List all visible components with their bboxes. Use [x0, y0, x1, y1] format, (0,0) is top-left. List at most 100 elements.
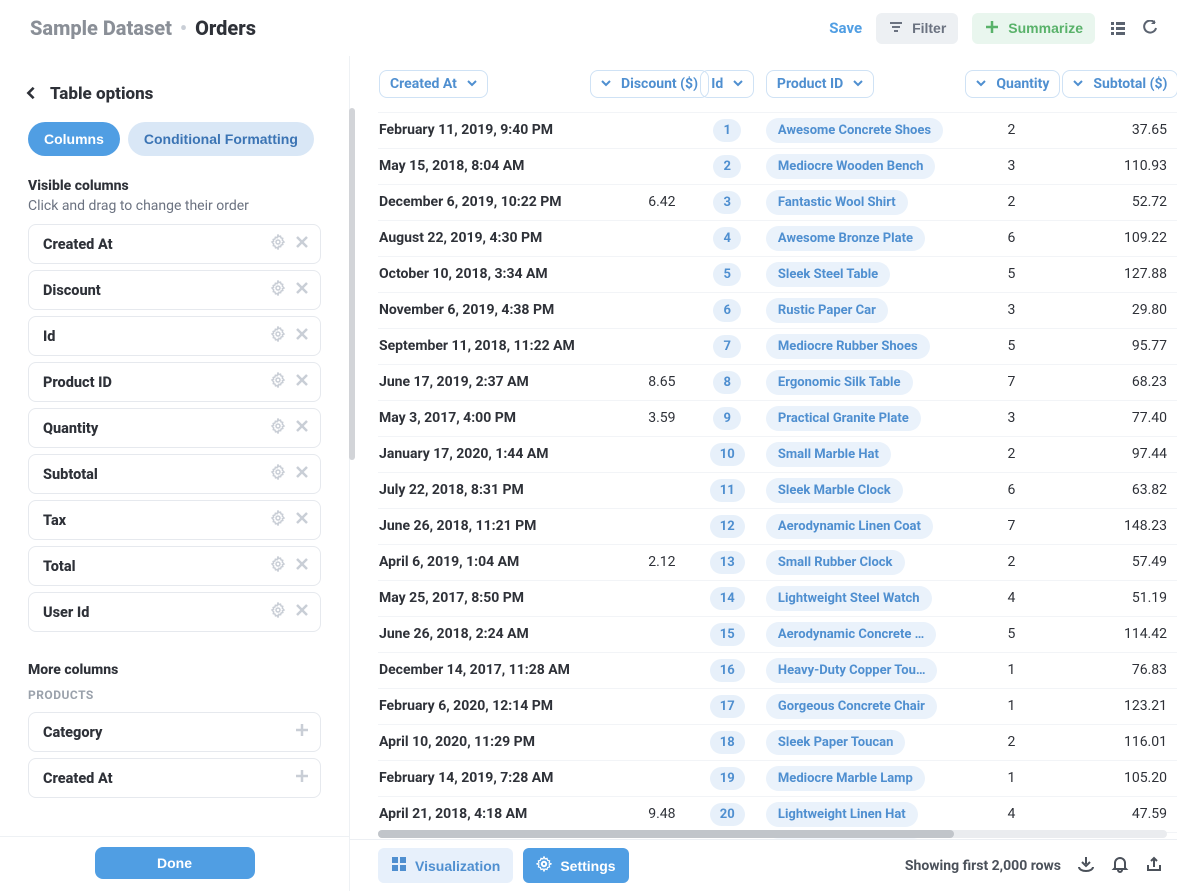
product-badge[interactable]: Sleek Paper Toucan	[766, 730, 906, 755]
table-row[interactable]: April 6, 2019, 1:04 AM2.1213Small Rubber…	[378, 544, 1177, 580]
id-badge[interactable]: 3	[713, 191, 741, 214]
scrollbar-horizontal[interactable]	[378, 830, 1167, 838]
column-header-subtotal[interactable]: Subtotal ($)	[1062, 70, 1177, 98]
product-badge[interactable]: Mediocre Marble Lamp	[766, 766, 925, 791]
plus-icon[interactable]	[294, 722, 310, 742]
table-row[interactable]: May 25, 2017, 8:50 PM14Lightweight Steel…	[378, 580, 1177, 616]
tab-conditional-formatting[interactable]: Conditional Formatting	[128, 122, 314, 156]
table-row[interactable]: June 26, 2018, 2:24 AM15Aerodynamic Conc…	[378, 616, 1177, 652]
product-badge[interactable]: Practical Granite Plate	[766, 406, 921, 431]
close-icon[interactable]	[294, 326, 310, 346]
id-badge[interactable]: 2	[713, 155, 741, 178]
id-badge[interactable]: 20	[710, 803, 745, 826]
gear-icon[interactable]	[270, 510, 286, 530]
gear-icon[interactable]	[270, 464, 286, 484]
download-icon[interactable]	[1077, 855, 1095, 877]
table-row[interactable]: February 11, 2019, 9:40 PM1Awesome Concr…	[378, 112, 1177, 148]
table-row[interactable]: September 11, 2018, 11:22 AM7Mediocre Ru…	[378, 328, 1177, 364]
visible-column-card[interactable]: Quantity	[28, 408, 321, 448]
table-row[interactable]: June 26, 2018, 11:21 PM12Aerodynamic Lin…	[378, 508, 1177, 544]
table-row[interactable]: February 6, 2020, 12:14 PM17Gorgeous Con…	[378, 688, 1177, 724]
id-badge[interactable]: 6	[713, 299, 741, 322]
product-badge[interactable]: Lightweight Linen Hat	[766, 802, 918, 827]
product-badge[interactable]: Mediocre Rubber Shoes	[766, 334, 930, 359]
id-badge[interactable]: 9	[713, 407, 741, 430]
id-badge[interactable]: 19	[710, 767, 745, 790]
table-row[interactable]: August 22, 2019, 4:30 PM4Awesome Bronze …	[378, 220, 1177, 256]
close-icon[interactable]	[294, 280, 310, 300]
id-badge[interactable]: 13	[710, 551, 745, 574]
id-badge[interactable]: 14	[710, 587, 745, 610]
table-row[interactable]: October 10, 2018, 3:34 AM5Sleek Steel Ta…	[378, 256, 1177, 292]
visualization-button[interactable]: Visualization	[378, 848, 513, 883]
visible-column-card[interactable]: User Id	[28, 592, 321, 632]
product-badge[interactable]: Rustic Paper Car	[766, 298, 888, 323]
table-row[interactable]: January 17, 2020, 1:44 AM10Small Marble …	[378, 436, 1177, 472]
product-badge[interactable]: Aerodynamic Concrete …	[766, 622, 936, 647]
table-row[interactable]: May 3, 2017, 4:00 PM3.599Practical Grani…	[378, 400, 1177, 436]
id-badge[interactable]: 7	[713, 335, 741, 358]
done-button[interactable]: Done	[95, 847, 255, 879]
gear-icon[interactable]	[270, 326, 286, 346]
gear-icon[interactable]	[270, 602, 286, 622]
product-badge[interactable]: Heavy-Duty Copper Tou…	[766, 658, 938, 683]
table-row[interactable]: November 6, 2019, 4:38 PM6Rustic Paper C…	[378, 292, 1177, 328]
close-icon[interactable]	[294, 602, 310, 622]
table-row[interactable]: February 14, 2019, 7:28 AM19Mediocre Mar…	[378, 760, 1177, 796]
close-icon[interactable]	[294, 234, 310, 254]
product-badge[interactable]: Sleek Marble Clock	[766, 478, 903, 503]
close-icon[interactable]	[294, 510, 310, 530]
visible-column-card[interactable]: Id	[28, 316, 321, 356]
tab-columns[interactable]: Columns	[28, 122, 120, 156]
id-badge[interactable]: 5	[713, 263, 741, 286]
id-badge[interactable]: 11	[710, 479, 745, 502]
column-header-created-at[interactable]: Created At	[379, 70, 488, 98]
product-badge[interactable]: Mediocre Wooden Bench	[766, 154, 936, 179]
product-badge[interactable]: Small Rubber Clock	[766, 550, 905, 575]
editor-icon[interactable]	[1109, 19, 1127, 37]
table-row[interactable]: July 22, 2018, 8:31 PM11Sleek Marble Clo…	[378, 472, 1177, 508]
visible-column-card[interactable]: Discount	[28, 270, 321, 310]
id-badge[interactable]: 4	[713, 227, 741, 250]
gear-icon[interactable]	[270, 556, 286, 576]
product-badge[interactable]: Lightweight Steel Watch	[766, 586, 932, 611]
product-badge[interactable]: Awesome Concrete Shoes	[766, 118, 943, 143]
gear-icon[interactable]	[270, 372, 286, 392]
close-icon[interactable]	[294, 556, 310, 576]
column-header-id[interactable]: Id	[700, 70, 754, 98]
back-icon[interactable]	[24, 85, 38, 104]
table-row[interactable]: April 21, 2018, 4:18 AM9.4820Lightweight…	[378, 796, 1177, 832]
id-badge[interactable]: 15	[710, 623, 745, 646]
product-badge[interactable]: Small Marble Hat	[766, 442, 891, 467]
product-badge[interactable]: Awesome Bronze Plate	[766, 226, 925, 251]
save-button[interactable]: Save	[829, 19, 862, 37]
column-header-quantity[interactable]: Quantity	[965, 70, 1060, 98]
product-badge[interactable]: Aerodynamic Linen Coat	[766, 514, 933, 539]
bell-icon[interactable]	[1111, 855, 1129, 877]
table-row[interactable]: April 10, 2020, 11:29 PM18Sleek Paper To…	[378, 724, 1177, 760]
id-badge[interactable]: 18	[710, 731, 745, 754]
table-row[interactable]: December 14, 2017, 11:28 AM16Heavy-Duty …	[378, 652, 1177, 688]
settings-button[interactable]: Settings	[523, 848, 628, 883]
product-badge[interactable]: Gorgeous Concrete Chair	[766, 694, 937, 719]
id-badge[interactable]: 17	[710, 695, 745, 718]
share-icon[interactable]	[1145, 855, 1163, 877]
id-badge[interactable]: 10	[710, 443, 745, 466]
dataset-name[interactable]: Sample Dataset	[30, 16, 172, 40]
plus-icon[interactable]	[294, 768, 310, 788]
column-header-discount[interactable]: Discount ($)	[590, 70, 709, 98]
id-badge[interactable]: 12	[710, 515, 745, 538]
gear-icon[interactable]	[270, 418, 286, 438]
table-row[interactable]: May 15, 2018, 8:04 AM2Mediocre Wooden Be…	[378, 148, 1177, 184]
table-row[interactable]: December 6, 2019, 10:22 PM6.423Fantastic…	[378, 184, 1177, 220]
visible-column-card[interactable]: Tax	[28, 500, 321, 540]
product-badge[interactable]: Ergonomic Silk Table	[766, 370, 913, 395]
close-icon[interactable]	[294, 418, 310, 438]
visible-column-card[interactable]: Product ID	[28, 362, 321, 402]
summarize-button[interactable]: Summarize	[972, 13, 1095, 44]
id-badge[interactable]: 1	[713, 119, 741, 142]
close-icon[interactable]	[294, 464, 310, 484]
visible-column-card[interactable]: Subtotal	[28, 454, 321, 494]
visible-column-card[interactable]: Total	[28, 546, 321, 586]
id-badge[interactable]: 16	[710, 659, 745, 682]
